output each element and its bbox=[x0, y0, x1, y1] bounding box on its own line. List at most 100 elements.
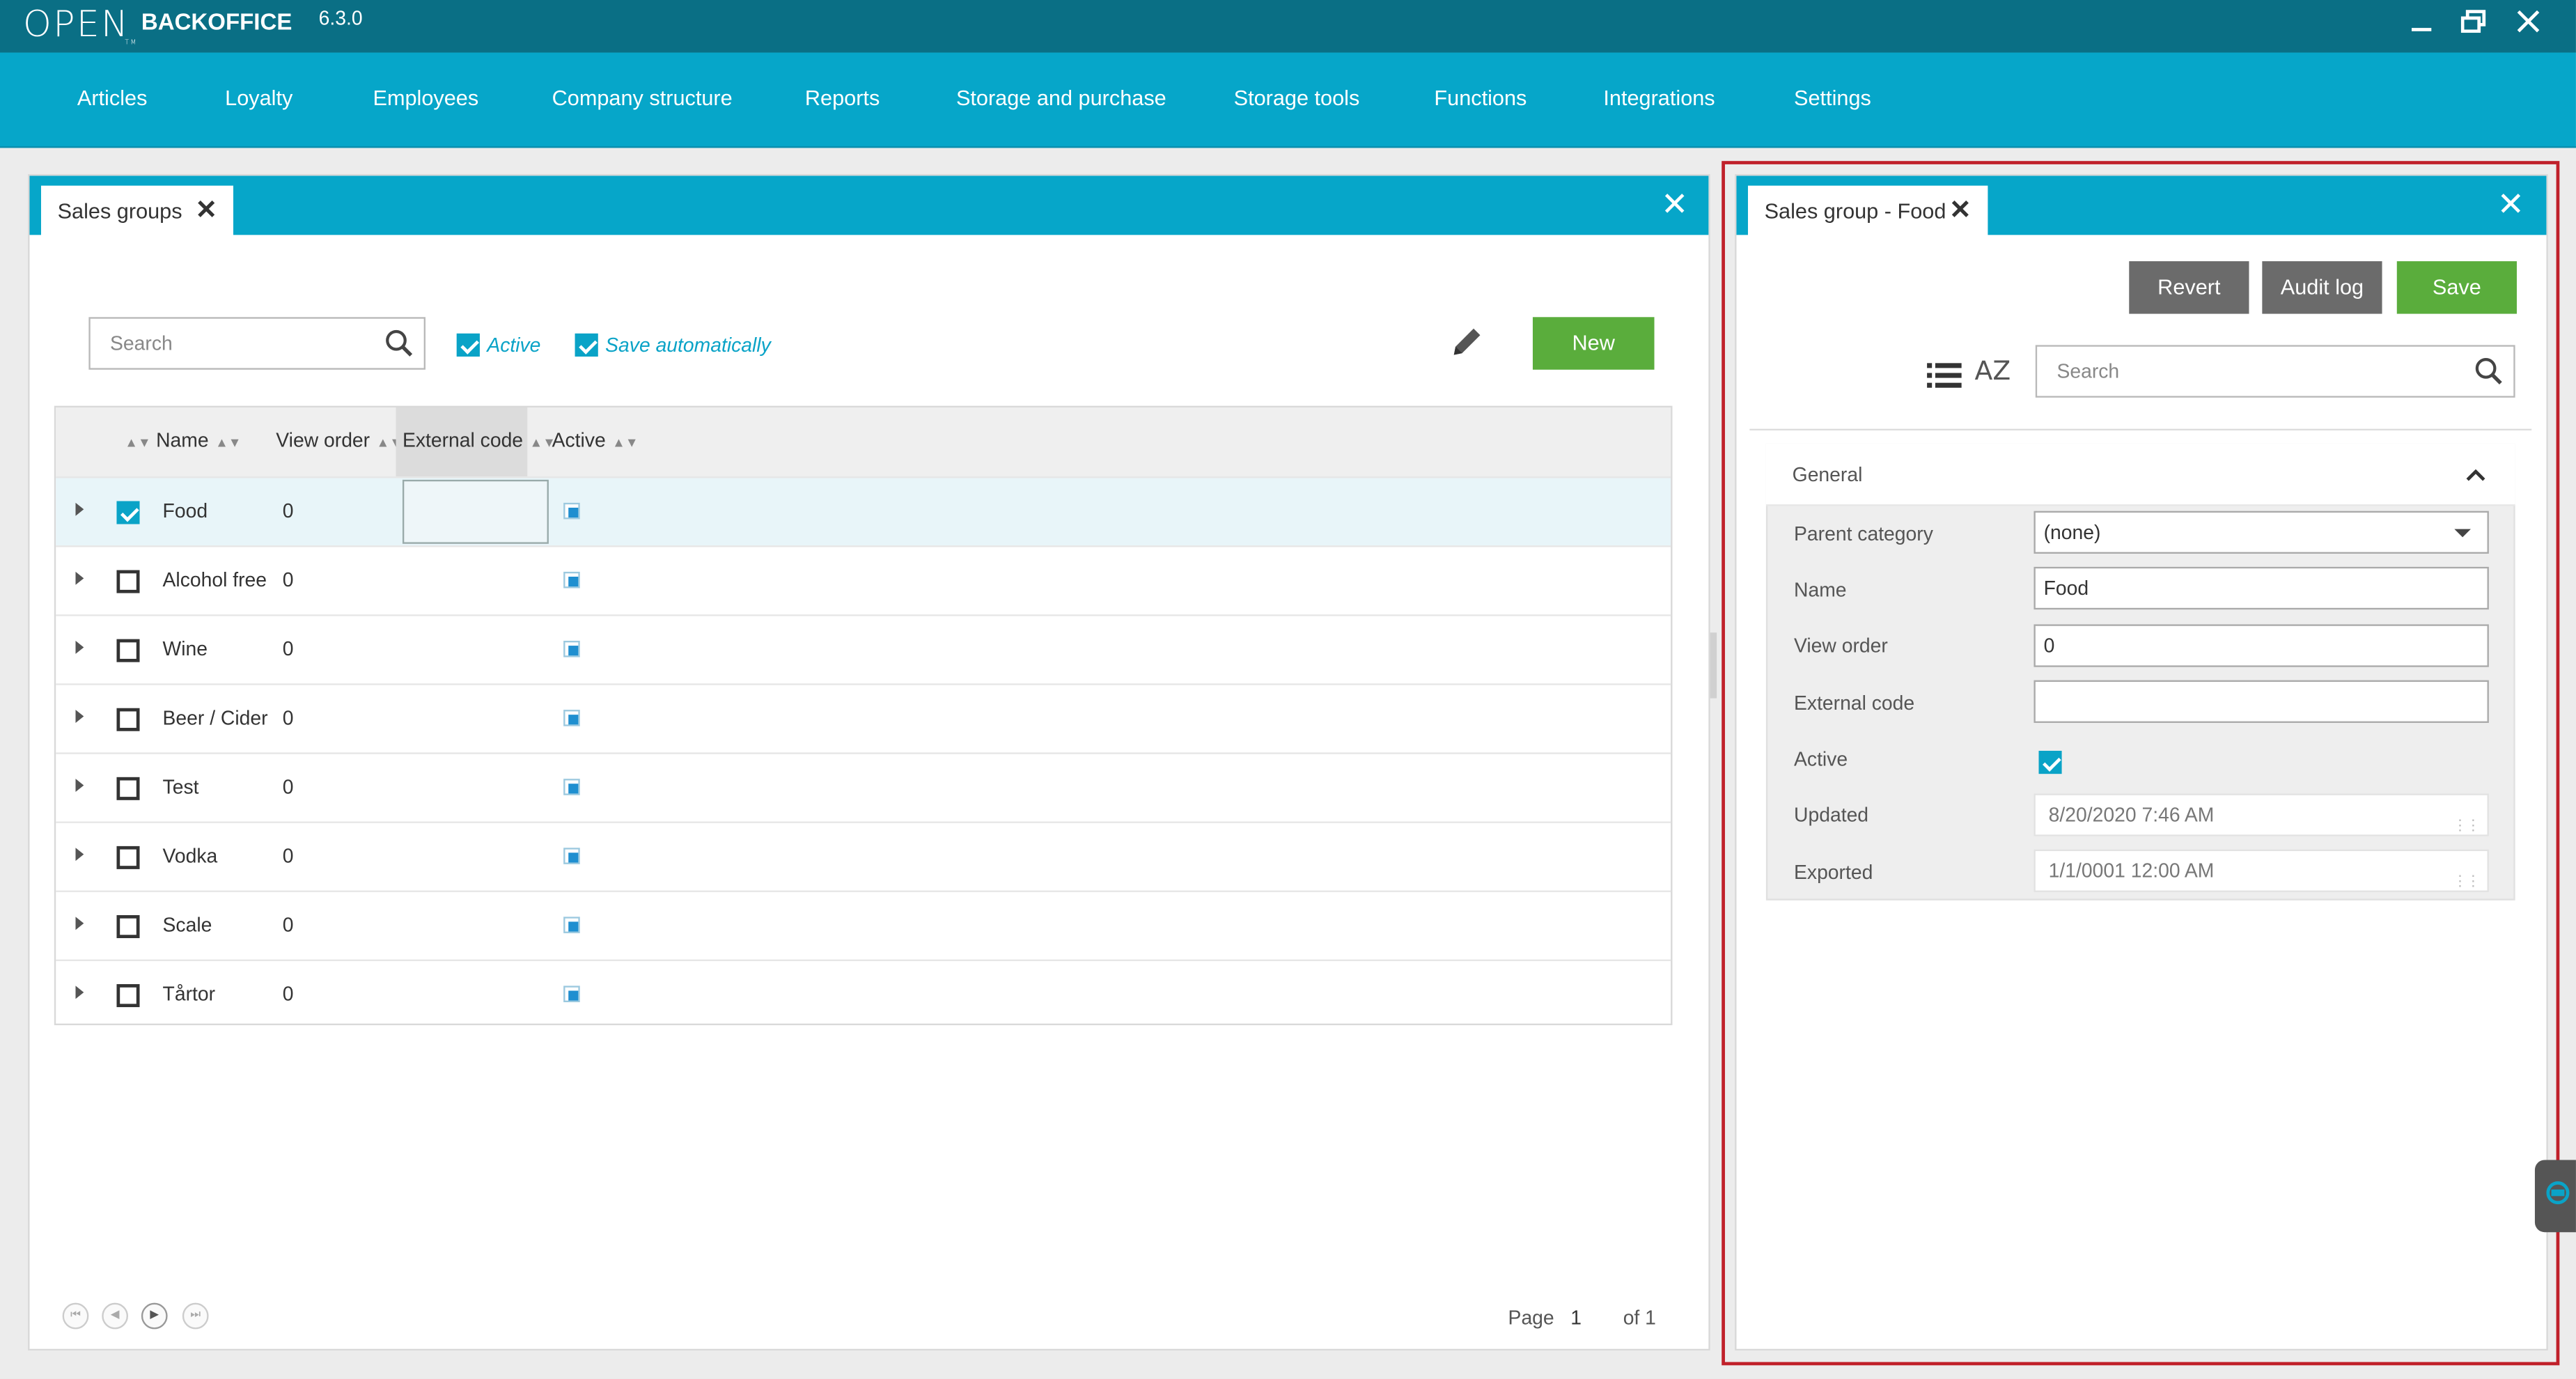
column-header-view-order[interactable]: View order ▲▼ bbox=[276, 429, 403, 452]
expand-arrow-icon[interactable] bbox=[75, 710, 84, 723]
row-name: Wine bbox=[162, 637, 208, 661]
table-row[interactable]: Vodka 0 bbox=[56, 821, 1671, 891]
updated-value: 8/20/2020 7:46 AM bbox=[2048, 803, 2215, 827]
close-panel-icon[interactable]: ✕ bbox=[1661, 189, 1689, 221]
close-detail-tab-icon[interactable]: ✕ bbox=[1949, 197, 1972, 225]
view-order-label: View order bbox=[1794, 634, 1888, 657]
active-field-checkbox-wrap[interactable] bbox=[2038, 747, 2062, 777]
last-page-icon[interactable]: ⏭ bbox=[182, 1302, 209, 1330]
table-row[interactable]: Scale 0 bbox=[56, 890, 1671, 960]
revert-button[interactable]: Revert bbox=[2129, 261, 2249, 314]
table-row[interactable]: Food 0 bbox=[56, 476, 1671, 546]
menu-item-storage-tools[interactable]: Storage tools bbox=[1234, 86, 1360, 110]
restore-icon[interactable] bbox=[2458, 10, 2490, 42]
row-checkbox[interactable] bbox=[116, 846, 140, 869]
splitter-handle[interactable] bbox=[1710, 632, 1717, 699]
tab-sales-group-food[interactable]: Sales group - Food ✕ bbox=[1747, 185, 1988, 237]
name-field[interactable]: Food bbox=[2034, 566, 2489, 610]
property-search-input[interactable]: Search bbox=[2035, 345, 2515, 398]
menu-item-loyalty[interactable]: Loyalty bbox=[225, 86, 292, 110]
expand-arrow-icon[interactable] bbox=[75, 985, 84, 999]
tab-sales-groups[interactable]: Sales groups ✕ bbox=[40, 185, 234, 237]
minimize-icon[interactable] bbox=[2405, 10, 2438, 42]
expand-arrow-icon[interactable] bbox=[75, 641, 84, 654]
row-view-order: 0 bbox=[282, 706, 294, 730]
close-detail-panel-icon[interactable]: ✕ bbox=[2497, 189, 2525, 221]
row-active-indicator[interactable] bbox=[563, 641, 580, 657]
expand-arrow-icon[interactable] bbox=[75, 917, 84, 930]
active-filter[interactable]: Active bbox=[456, 330, 540, 359]
expand-arrow-icon[interactable] bbox=[75, 779, 84, 793]
row-active-indicator[interactable] bbox=[563, 779, 580, 795]
row-checkbox[interactable] bbox=[116, 639, 140, 662]
sort-az-icon[interactable]: AZ bbox=[1975, 355, 2011, 387]
menu-item-functions[interactable]: Functions bbox=[1434, 86, 1527, 110]
menu-item-reports[interactable]: Reports bbox=[805, 86, 880, 110]
save-automatically-option[interactable]: Save automatically bbox=[575, 330, 771, 359]
active-field-checkbox[interactable] bbox=[2038, 750, 2062, 774]
edit-pencil-icon[interactable] bbox=[1449, 324, 1485, 360]
expand-arrow-icon[interactable] bbox=[75, 502, 84, 516]
menu-item-articles[interactable]: Articles bbox=[77, 86, 148, 110]
row-checkbox[interactable] bbox=[116, 983, 140, 1007]
row-name: Test bbox=[162, 775, 199, 799]
row-checkbox[interactable] bbox=[116, 708, 140, 731]
column-header-active[interactable]: Active ▲▼ bbox=[552, 429, 639, 452]
row-name: Food bbox=[162, 499, 208, 523]
view-order-field[interactable]: 0 bbox=[2034, 624, 2489, 667]
list-view-icon[interactable] bbox=[1926, 358, 1965, 391]
table-row[interactable]: Tårtor 0 bbox=[56, 959, 1671, 1029]
row-view-order: 0 bbox=[282, 637, 294, 661]
parent-category-select[interactable]: (none) bbox=[2034, 511, 2489, 554]
close-tab-icon[interactable]: ✕ bbox=[195, 197, 217, 225]
row-checkbox[interactable] bbox=[116, 570, 140, 593]
audit-log-button[interactable]: Audit log bbox=[2262, 261, 2382, 314]
side-assist-tab[interactable] bbox=[2534, 1160, 2576, 1233]
chevron-up-icon[interactable] bbox=[2466, 467, 2485, 483]
table-row[interactable]: Alcohol free 0 bbox=[56, 545, 1671, 614]
row-checkbox[interactable] bbox=[116, 501, 140, 524]
prev-page-icon[interactable]: ◀ bbox=[102, 1302, 129, 1330]
table-row[interactable]: Beer / Cider 0 bbox=[56, 683, 1671, 752]
save-button[interactable]: Save bbox=[2396, 261, 2517, 314]
new-button[interactable]: New bbox=[1532, 317, 1655, 370]
menu-item-company-structure[interactable]: Company structure bbox=[552, 86, 733, 110]
row-active-indicator[interactable] bbox=[563, 848, 580, 864]
column-header-external-code[interactable]: External code ▲▼ bbox=[403, 429, 556, 452]
column-header-name[interactable]: Name ▲▼ bbox=[156, 429, 241, 452]
row-active-indicator[interactable] bbox=[563, 985, 580, 1002]
table-row[interactable]: Wine 0 bbox=[56, 614, 1671, 683]
external-code-cell-editor[interactable] bbox=[402, 479, 549, 544]
app-name: BACKOFFICE bbox=[141, 8, 292, 35]
row-name: Scale bbox=[162, 913, 212, 937]
sort-all-icon[interactable]: ▲▼ bbox=[118, 429, 150, 452]
row-active-indicator[interactable] bbox=[563, 571, 580, 589]
search-input[interactable]: Search bbox=[88, 317, 426, 370]
active-checkbox[interactable] bbox=[456, 333, 480, 357]
expand-arrow-icon[interactable] bbox=[75, 571, 84, 585]
save-automatically-checkbox[interactable] bbox=[575, 333, 598, 357]
external-code-field[interactable] bbox=[2034, 680, 2489, 723]
row-checkbox[interactable] bbox=[116, 777, 140, 800]
row-name: Tårtor bbox=[162, 982, 216, 1006]
panel-header: Sales groups ✕ ✕ bbox=[29, 176, 1709, 237]
exported-label: Exported bbox=[1794, 861, 1873, 885]
menu-item-employees[interactable]: Employees bbox=[373, 86, 478, 110]
close-window-icon[interactable] bbox=[2512, 10, 2545, 42]
table-row[interactable]: Test 0 bbox=[56, 752, 1671, 821]
expand-arrow-icon[interactable] bbox=[75, 848, 84, 862]
menu-item-settings[interactable]: Settings bbox=[1794, 86, 1871, 110]
general-section-header[interactable]: General bbox=[1765, 443, 2515, 506]
row-active-indicator[interactable] bbox=[563, 502, 580, 520]
menu-item-integrations[interactable]: Integrations bbox=[1603, 86, 1715, 110]
row-active-indicator[interactable] bbox=[563, 917, 580, 933]
row-active-indicator[interactable] bbox=[563, 710, 580, 726]
row-checkbox[interactable] bbox=[116, 914, 140, 938]
grip-icon: ⋮⋮ bbox=[2452, 872, 2481, 889]
first-page-icon[interactable]: ⏮ bbox=[62, 1302, 89, 1330]
grip-icon: ⋮⋮ bbox=[2452, 816, 2481, 834]
page-number[interactable]: 1 bbox=[1570, 1306, 1582, 1329]
menu-item-storage-and-purchase[interactable]: Storage and purchase bbox=[956, 86, 1166, 110]
next-page-icon[interactable]: ▶ bbox=[141, 1302, 168, 1330]
row-name: Alcohol free bbox=[162, 568, 267, 592]
